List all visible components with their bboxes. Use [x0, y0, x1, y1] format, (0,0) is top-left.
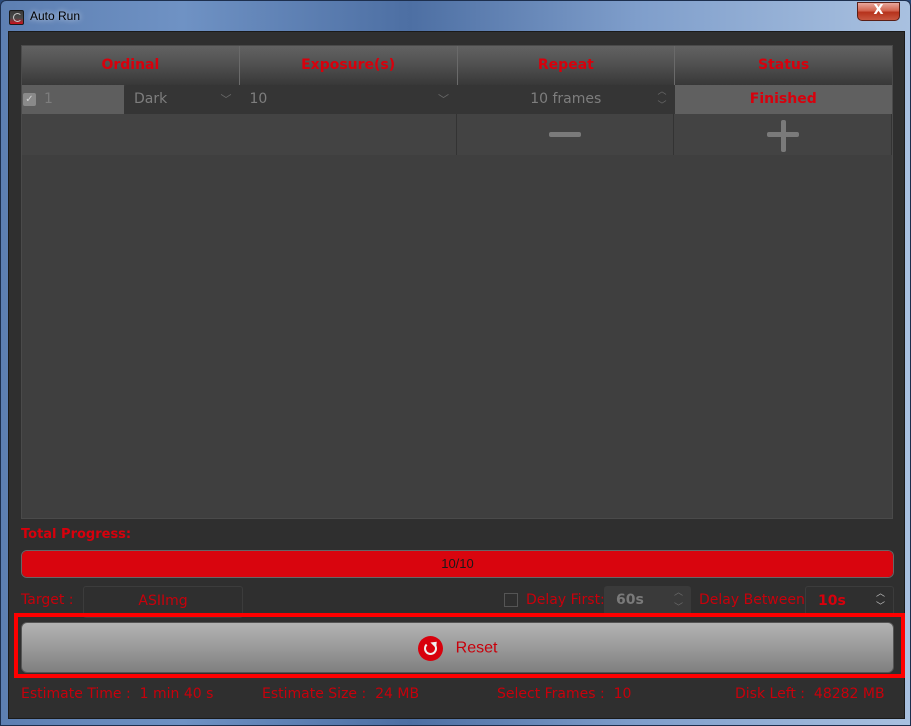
status-cell: Finished [674, 85, 892, 114]
delay-between-label: Delay Between [699, 592, 805, 608]
exposure-value: 10 [249, 91, 268, 107]
close-button[interactable]: X [857, 2, 900, 21]
empty-cell [22, 114, 457, 155]
delay-first-value: 60s [616, 592, 644, 608]
delay-first-label: Delay First: [526, 592, 605, 608]
remove-row-button[interactable] [456, 114, 675, 155]
delay-between-spinbox[interactable]: 10s ︿ ﹀ [805, 586, 894, 616]
status-footer: Estimate Time : 1 min 40 s Estimate Size… [21, 686, 894, 704]
chevron-down-icon: ﹀ [220, 93, 232, 106]
delay-between-value: 10s [818, 593, 846, 609]
column-header-status: Status [675, 46, 892, 85]
client-area: Ordinal Exposure(s) Repeat Status ✓ 1 Da… [8, 31, 905, 719]
row-enabled-checkbox[interactable]: ✓ [23, 93, 36, 106]
spin-up-icon[interactable]: ︿ [657, 88, 666, 97]
target-value: ASIImg [138, 593, 188, 609]
table-row: ✓ 1 Dark ﹀ 10 ﹀ 10 frames ︿ ﹀ Finished [22, 85, 892, 114]
reset-button[interactable]: Reset [21, 622, 894, 673]
status-badge: Finished [749, 91, 817, 107]
select-frames: Select Frames : 10 [497, 686, 632, 702]
auto-run-window: Auto Run X Ordinal Exposure(s) Repeat St… [0, 0, 911, 726]
ordinal-select-area: ✓ 1 [22, 85, 124, 114]
delay-first-spinbox[interactable]: 60s ︿ ﹀ [604, 586, 691, 616]
spin-down-icon[interactable]: ﹀ [657, 102, 666, 111]
progress-text: 10/10 [441, 556, 474, 571]
delay-first-checkbox[interactable] [504, 593, 518, 607]
window-title: Auto Run [30, 9, 81, 23]
reset-button-content: Reset [22, 636, 893, 661]
sequence-table: Ordinal Exposure(s) Repeat Status ✓ 1 Da… [21, 45, 893, 519]
add-row-button[interactable] [674, 114, 892, 155]
repeat-spinbox[interactable]: 10 frames ︿ ﹀ [457, 85, 675, 114]
table-header: Ordinal Exposure(s) Repeat Status [22, 46, 892, 85]
total-progress-label: Total Progress: [21, 527, 132, 542]
spin-up-icon[interactable]: ︿ [674, 589, 683, 598]
refresh-icon [417, 636, 443, 661]
reset-label: Reset [455, 639, 498, 657]
column-header-ordinal: Ordinal [22, 46, 240, 85]
estimate-time: Estimate Time : 1 min 40 s [21, 686, 214, 702]
ordinal-number: 1 [44, 91, 53, 107]
title-bar[interactable]: Auto Run X [1, 1, 910, 32]
column-header-exposure: Exposure(s) [239, 46, 458, 85]
chevron-down-icon: ﹀ [438, 93, 449, 106]
target-label: Target : [21, 592, 74, 608]
spin-up-icon[interactable]: ︿ [876, 590, 885, 599]
column-header-repeat: Repeat [457, 46, 676, 85]
disk-left: Disk Left : 48282 MB [735, 686, 885, 702]
row-controls [22, 114, 892, 155]
spin-down-icon[interactable]: ﹀ [674, 604, 683, 613]
frame-type-value: Dark [134, 91, 168, 107]
repeat-value: 10 frames [530, 91, 602, 107]
total-progress-bar: 10/10 [21, 550, 894, 578]
exposure-dropdown[interactable]: 10 ﹀ [239, 85, 457, 114]
spin-down-icon[interactable]: ﹀ [876, 603, 885, 612]
estimate-size: Estimate Size : 24 MB [262, 686, 420, 702]
frame-type-dropdown[interactable]: Dark ﹀ [124, 85, 240, 114]
app-logo-icon [9, 10, 24, 25]
ordinal-cell: ✓ 1 Dark ﹀ [22, 85, 240, 114]
